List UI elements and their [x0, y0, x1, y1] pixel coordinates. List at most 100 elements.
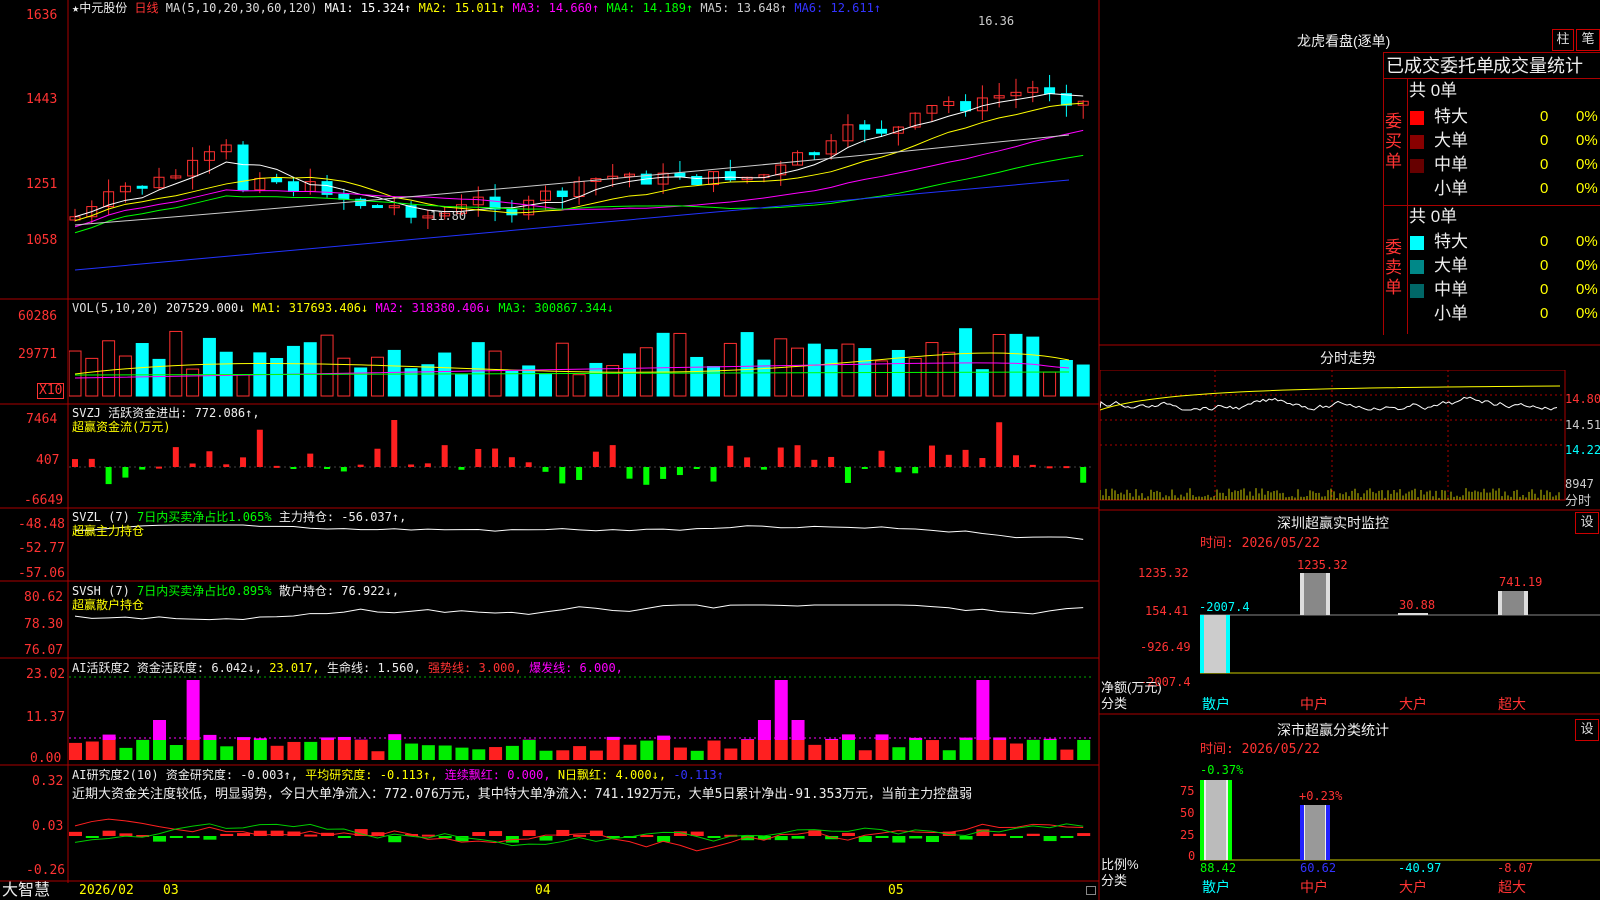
lock-icon[interactable]: [1086, 886, 1096, 895]
volume-bar: [152, 358, 166, 397]
flow-bar: [626, 467, 633, 479]
active-bar: [741, 740, 755, 760]
active-bar-top: [388, 734, 402, 740]
low-marker: 11.80: [430, 209, 467, 223]
active-bar: [1026, 740, 1040, 760]
active-bar: [1009, 743, 1023, 760]
ai-research-last: -0.113↑: [673, 768, 724, 782]
flow-bar: [744, 457, 751, 467]
flow-bar: [475, 448, 482, 467]
ma6-value: MA6: 12.611↑: [794, 1, 882, 15]
volume-bar: [202, 337, 216, 397]
stock-name[interactable]: ★中元股份: [72, 1, 127, 15]
svzl-tick: -48.48: [18, 517, 65, 532]
active-bar: [757, 740, 771, 760]
ma5-value: MA5: 13.648↑: [700, 1, 788, 15]
ai-active-burst: 爆发线: 6.000,: [529, 661, 623, 675]
intraday-vol-tick: 8947: [1565, 477, 1594, 491]
ai-research-header: AI研究度2(10) 资金研究度: -0.003↑, 平均研究度: -0.113…: [72, 768, 724, 782]
volume-bar: [690, 356, 704, 397]
active-bar-top: [203, 734, 217, 740]
date-tick: 03: [163, 883, 179, 898]
active-bar: [505, 745, 519, 760]
flow-bar: [357, 464, 364, 467]
legend-swatch: [1410, 135, 1424, 149]
intraday-unit: 分时: [1565, 493, 1592, 508]
tab-filled-orders[interactable]: 已成交委托单: [1386, 55, 1494, 77]
flow-bar: [240, 457, 247, 467]
active-bar: [909, 740, 923, 760]
order-name: 特大: [1434, 232, 1468, 251]
active-bar: [1077, 740, 1091, 760]
flow-bar: [811, 459, 818, 467]
order-p: 0%: [1576, 180, 1598, 197]
flow-bar: [576, 467, 583, 480]
kline-chart[interactable]: [69, 0, 1099, 883]
sell-total: 共 0单: [1409, 207, 1458, 226]
flow-bar: [374, 448, 381, 467]
classify-cat: 大户: [1399, 879, 1427, 895]
classify-tick: 0: [1188, 849, 1196, 863]
brand-logo[interactable]: 大智慧: [2, 882, 50, 900]
active-bar: [841, 740, 855, 760]
intraday-chart[interactable]: [1100, 370, 1600, 510]
volume-bar: [236, 374, 250, 397]
realtime-cat: 超大: [1498, 696, 1526, 712]
active-bar: [976, 740, 990, 760]
active-bar-top: [841, 734, 855, 740]
flow-bar: [156, 466, 163, 469]
volume-bar: [421, 364, 435, 397]
volume-bar: [1026, 336, 1040, 397]
active-bar: [270, 745, 284, 760]
tab-volume-stats[interactable]: 成交量统计: [1493, 55, 1583, 77]
svzl-ratio: 7日内买卖净占比1.065%: [137, 510, 272, 524]
active-bar: [237, 740, 251, 760]
active-bar: [1043, 740, 1057, 760]
realtime-time: 时间: 2026/05/22: [1200, 536, 1320, 551]
active-bar: [371, 751, 385, 760]
active-bar: [875, 740, 889, 760]
classify-settings-button[interactable]: 设: [1575, 719, 1599, 741]
research-bar: [1009, 836, 1023, 838]
classify-y-label: 比例%: [1101, 857, 1139, 872]
volume-bar: [606, 365, 620, 397]
active-bar: [153, 740, 167, 760]
flow-bar: [979, 458, 986, 467]
research-bar: [875, 836, 889, 838]
research-bar: [791, 836, 805, 839]
order-n: 0: [1540, 156, 1549, 173]
research-bar: [203, 836, 217, 840]
classify-top-label: -0.37%: [1200, 763, 1244, 777]
svsh-line: [74, 604, 1084, 621]
classify-value: 60.62: [1300, 861, 1337, 875]
order-name: 小单: [1434, 179, 1468, 198]
volume-bar: [623, 353, 637, 397]
flow-bar: [492, 448, 499, 467]
active-bar: [220, 746, 234, 760]
active-bar-top: [337, 736, 351, 740]
svzj-tick: -6649: [24, 493, 64, 508]
svzj-subtitle: 超赢资金流(万元): [72, 420, 171, 434]
flow-bar: [895, 467, 902, 473]
divider: [1383, 205, 1600, 206]
active-bar: [489, 747, 503, 760]
order-n: 0: [1540, 180, 1549, 197]
flow-bar: [828, 456, 835, 467]
vol-def: VOL(5,10,20): [72, 301, 159, 315]
flow-bar: [139, 467, 146, 470]
period-label[interactable]: 日线: [134, 1, 158, 15]
bar-view-button[interactable]: 柱: [1552, 29, 1574, 51]
active-bar: [136, 740, 150, 760]
volume-bar: [337, 357, 351, 397]
realtime-settings-button[interactable]: 设: [1575, 512, 1599, 534]
volume-bar: [807, 343, 821, 397]
flow-bar: [122, 467, 129, 478]
candle-body: [960, 101, 972, 112]
flow-bar: [542, 467, 549, 472]
candle-body: [271, 177, 283, 183]
volume-bar: [975, 369, 989, 397]
realtime-cat: 大户: [1399, 696, 1427, 712]
tick-view-button[interactable]: 笔: [1576, 29, 1600, 51]
classify-time: 时间: 2026/05/22: [1200, 742, 1320, 757]
ai-active-header: AI活跃度2 资金活跃度: 6.042↓, 23.017, 生命线: 1.560…: [72, 661, 623, 675]
